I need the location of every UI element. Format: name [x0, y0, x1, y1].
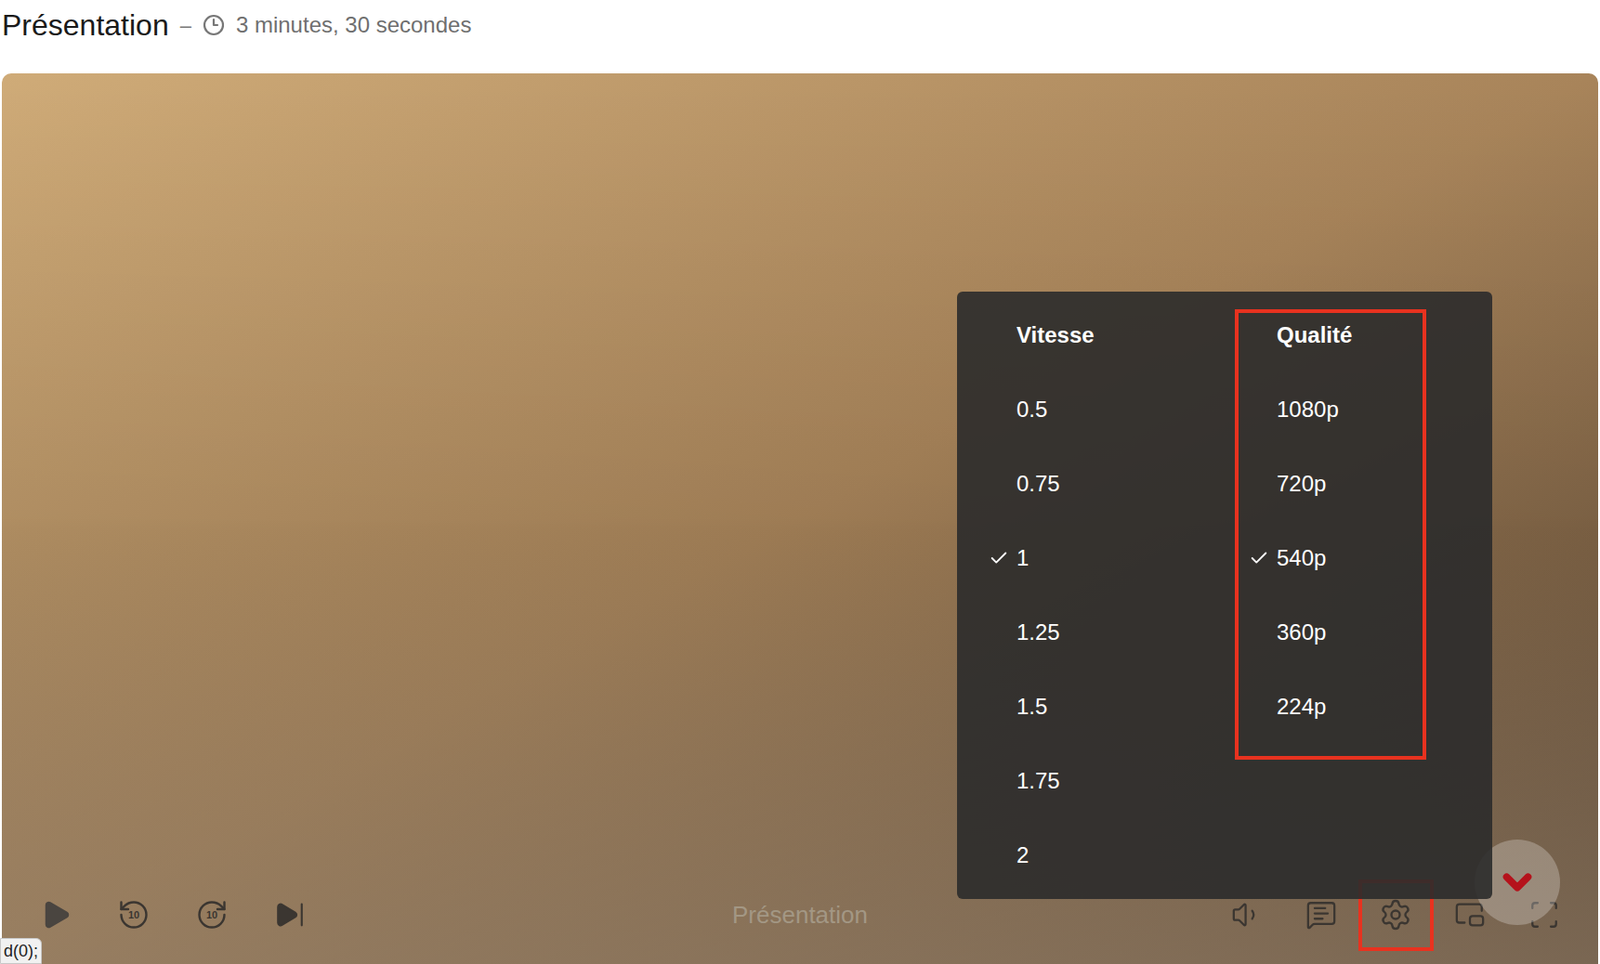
settings-button[interactable] — [1378, 898, 1413, 932]
volume-icon — [1231, 899, 1263, 932]
skip-seconds: 10 — [117, 898, 151, 932]
settings-option[interactable]: 540p — [1248, 521, 1454, 596]
settings-option[interactable]: 0.75 — [988, 446, 1249, 522]
video-player[interactable]: 10 10 Présentation Vitesse0.50.7511.251.51.… — [1, 73, 1599, 964]
settings-option[interactable]: 1.5 — [988, 669, 1249, 745]
settings-option[interactable]: 224p — [1248, 669, 1454, 745]
settings-option[interactable]: 1080p — [1248, 372, 1454, 447]
skip-seconds: 10 — [195, 898, 229, 932]
next-button[interactable] — [273, 898, 307, 932]
chevron-logo-icon — [1495, 861, 1539, 905]
settings-option[interactable]: 0.5 — [988, 372, 1249, 447]
play-button[interactable] — [39, 898, 73, 932]
clock-icon — [202, 13, 225, 37]
lesson-header: Présentation– 3 minutes, 30 secondes — [0, 0, 1600, 51]
settings-menu: Vitesse0.50.7511.251.51.752Qualité1080p7… — [957, 291, 1493, 900]
separator: – — [180, 10, 192, 41]
check-icon — [988, 548, 1010, 569]
forward-button[interactable]: 10 — [195, 898, 229, 932]
settings-column-title: Qualité — [1248, 298, 1454, 373]
highlight-box — [1234, 309, 1427, 761]
settings-option[interactable]: 1.25 — [988, 595, 1249, 670]
settings-option[interactable]: 720p — [1248, 446, 1454, 522]
page: Présentation–3 minutes, 30 secondes1010P… — [0, 0, 1600, 964]
settings-option[interactable]: 1 — [988, 521, 1249, 596]
gear-icon — [1378, 898, 1413, 932]
settings-column: Qualité1080p720p540p360p224p — [1248, 298, 1454, 893]
captions-button[interactable] — [1304, 898, 1338, 932]
lesson-title: Présentation — [1, 2, 170, 48]
settings-option[interactable]: 360p — [1248, 595, 1454, 670]
check-icon — [1248, 548, 1270, 569]
status-link: d(0); — [0, 938, 42, 964]
settings-column: Vitesse0.50.7511.251.51.752 — [988, 298, 1249, 893]
captions-icon — [1305, 899, 1338, 932]
lesson-duration: 3 minutes, 30 secondes — [236, 8, 473, 42]
volume-button[interactable] — [1230, 898, 1264, 932]
player-title: Présentation — [717, 897, 883, 934]
rewind-button[interactable]: 10 — [117, 898, 151, 932]
play-icon — [39, 898, 73, 932]
skip-next-icon — [274, 899, 306, 932]
settings-option[interactable]: 2 — [988, 818, 1249, 893]
settings-column-title: Vitesse — [988, 298, 1249, 373]
settings-option[interactable]: 1.75 — [988, 744, 1249, 819]
